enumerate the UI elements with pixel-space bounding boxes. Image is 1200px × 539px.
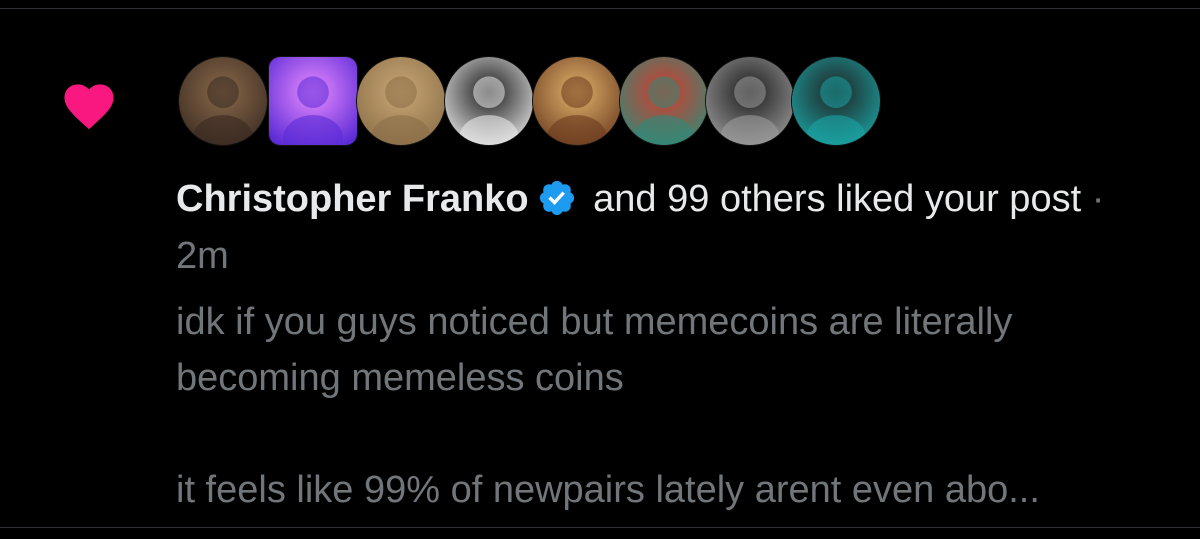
notification-headline: Christopher Franko and 99 others liked y…	[176, 171, 1166, 285]
actor-name-link[interactable]: Christopher Franko	[176, 178, 529, 220]
avatar-wizard-image	[179, 57, 267, 145]
avatar-anime-cap-image	[445, 57, 533, 145]
avatar-tan-statue-image	[357, 57, 445, 145]
avatar-mirror-selfie[interactable]	[705, 56, 795, 146]
bottom-divider	[0, 527, 1200, 528]
post-line: becoming memeless coins	[176, 357, 624, 399]
avatar-wizard[interactable]	[178, 56, 268, 146]
liker-avatars	[178, 56, 898, 148]
avatar-red-landscape[interactable]	[619, 56, 709, 146]
avatar-purple-logo[interactable]	[268, 56, 358, 146]
timestamp[interactable]: 2m	[176, 235, 229, 277]
avatar-anime-blonde-image	[533, 57, 621, 145]
post-line: idk if you guys noticed but memecoins ar…	[176, 301, 1013, 343]
avatar-red-landscape-image	[620, 57, 708, 145]
verified-badge-icon	[539, 180, 574, 216]
avatar-dark-girl-image	[792, 57, 880, 145]
avatar-mirror-selfie-image	[706, 57, 794, 145]
avatar-purple-logo-image	[269, 57, 357, 145]
heart-icon	[64, 84, 114, 130]
like-notification[interactable]: Christopher Franko and 99 others liked y…	[0, 9, 1200, 527]
avatar-dark-girl[interactable]	[791, 56, 881, 146]
meta-separator: ·	[1081, 178, 1105, 220]
post-line: it feels like 99% of newpairs lately are…	[176, 469, 1040, 511]
avatar-anime-blonde[interactable]	[532, 56, 622, 146]
action-text: and 99 others liked your post	[582, 178, 1082, 220]
avatar-anime-cap[interactable]	[444, 56, 534, 146]
avatar-tan-statue[interactable]	[356, 56, 446, 146]
liked-post-preview[interactable]: idk if you guys noticed but memecoins ar…	[176, 294, 1176, 518]
